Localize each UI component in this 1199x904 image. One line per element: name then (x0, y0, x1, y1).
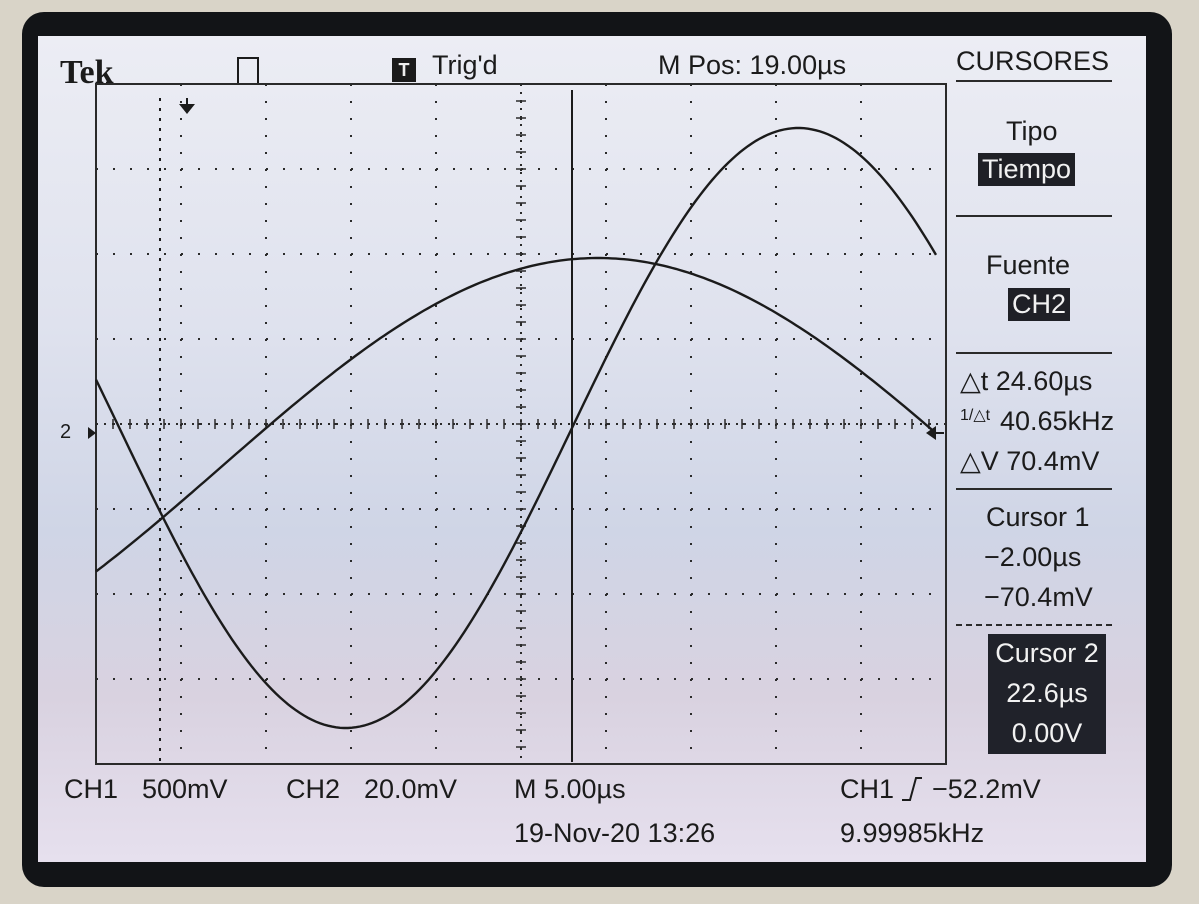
inverse-delta-t-label: 1/△t (960, 407, 991, 424)
timebase: M 5.00µs (514, 774, 626, 804)
menu-divider (956, 352, 1112, 354)
inverse-delta-t-readout: 40.65kHz (1000, 406, 1115, 436)
menu-title: CURSORES (956, 46, 1110, 76)
tipo-label: Tipo (1006, 116, 1058, 146)
menu-divider (956, 624, 1112, 626)
cursor-1-time: −2.00µs (984, 542, 1082, 572)
ch1-label: CH1 (64, 774, 119, 804)
menu-divider (956, 80, 1112, 82)
cursor-2-selected-box[interactable]: Cursor 2 22.6µs 0.00V (988, 634, 1106, 754)
cursor-1-voltage: −70.4mV (984, 582, 1093, 612)
cursor-1-label[interactable]: Cursor 1 (986, 504, 1090, 531)
cursor-2-time: 22.6µs (1006, 678, 1088, 708)
ch1-scale: 500mV (142, 774, 228, 804)
graticule-grid (95, 83, 947, 765)
delta-t-readout: △t 24.60µs (960, 366, 1093, 396)
fuente-value-button[interactable]: CH2 (1008, 288, 1071, 321)
trigger-source: CH1 (840, 774, 895, 804)
trigger-level: −52.2mV (932, 774, 1041, 804)
delta-v-readout: △V 70.4mV (960, 446, 1100, 476)
ch2-label: CH2 (286, 774, 341, 804)
date-time: 19-Nov-20 13:26 (514, 818, 716, 848)
cursor-2-voltage: 0.00V (1011, 718, 1083, 748)
menu-divider (956, 215, 1112, 217)
menu-divider (956, 488, 1112, 490)
ch2-ground-marker (88, 427, 96, 439)
tipo-value-button[interactable]: Tiempo (978, 153, 1076, 186)
trigger-frequency: 9.99985kHz (840, 818, 985, 848)
rising-edge-icon (902, 777, 922, 801)
ch2-scale: 20.0mV (364, 774, 458, 804)
ch2-ground-label: 2 (60, 421, 72, 443)
fuente-label: Fuente (986, 250, 1071, 280)
cursor-2-label: Cursor 2 (995, 638, 1099, 668)
oscilloscope-screen: Tek T Trig'd M Pos: 19.00µs 2 CURSORES T… (38, 36, 1146, 862)
